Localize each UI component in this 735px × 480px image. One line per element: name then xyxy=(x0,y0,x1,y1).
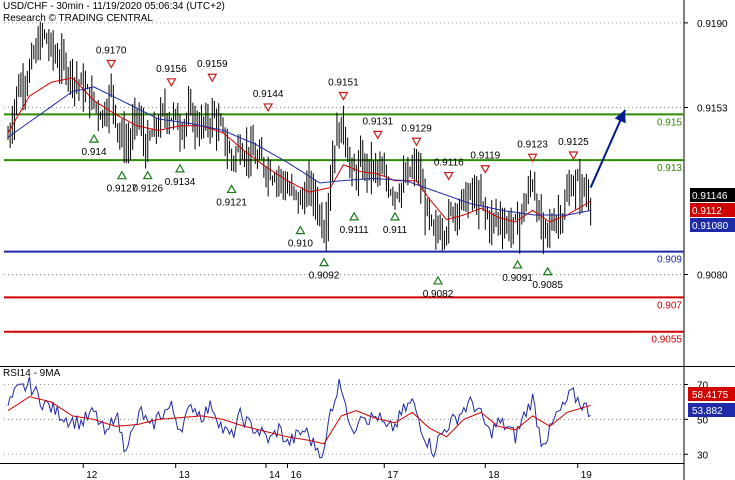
current-price-value: 0.9112 xyxy=(692,206,722,217)
swing-low-marker xyxy=(226,184,237,194)
swing-low-label: 0.9134 xyxy=(165,177,196,188)
swing-low-marker xyxy=(349,211,360,221)
level-label: 0.915 xyxy=(657,117,682,128)
swing-low-marker xyxy=(319,257,330,267)
time-tick-label: 12 xyxy=(86,470,98,480)
swing-low-marker xyxy=(88,133,100,143)
swing-high-label: 0.9123 xyxy=(517,139,548,150)
swing-low-marker xyxy=(542,266,553,276)
projection-arrow xyxy=(589,109,626,188)
swing-high-label: 0.9159 xyxy=(197,59,228,70)
rsi-value: 58.4175 xyxy=(692,390,729,401)
rsi-plot: 70503058.417553.882 xyxy=(4,376,735,461)
current-price-value: 0.91080 xyxy=(692,221,729,232)
swing-high-label: 0.9119 xyxy=(470,151,500,162)
swing-high-label: 0.9170 xyxy=(96,45,127,56)
chart-header-title: USD/CHF - 30min - 11/19/2020 05:06:34 (U… xyxy=(3,1,225,12)
rsi-tick-label: 30 xyxy=(697,450,709,461)
rsi-value: 53.882 xyxy=(692,406,723,417)
time-tick-label: 16 xyxy=(291,470,303,480)
time-tick-label: 19 xyxy=(581,470,593,480)
swing-high-marker xyxy=(411,137,422,147)
swing-low-marker xyxy=(116,170,127,180)
swing-high-marker xyxy=(106,59,117,69)
swing-high-marker xyxy=(480,165,491,174)
swing-low-marker xyxy=(512,259,523,269)
swing-low-label: 0.9092 xyxy=(309,271,340,282)
swing-high-label: 0.9156 xyxy=(156,64,187,75)
swing-high-marker xyxy=(372,130,383,140)
swing-high-label: 0.9116 xyxy=(434,158,464,169)
price-tick-label: 0.9080 xyxy=(697,271,728,282)
swing-low-label: 0.9085 xyxy=(532,280,563,291)
rsi-line xyxy=(7,376,591,459)
swing-low-marker xyxy=(295,225,306,235)
swing-high-marker xyxy=(338,91,349,101)
swing-high-marker xyxy=(166,78,177,87)
chart-root: 0.915 0.913 0.909 0.907 0.9055 0.9170 0.9156 0… xyxy=(0,0,735,480)
level-label: 0.907 xyxy=(657,300,682,311)
swing-low-marker xyxy=(389,211,401,221)
swing-high-marker xyxy=(207,73,218,83)
rsi-tick-label: 50 xyxy=(697,415,709,426)
current-price-value: 0.91146 xyxy=(692,191,728,202)
swing-low-label: 0.914 xyxy=(81,147,106,158)
swing-low-label: 0.9091 xyxy=(502,273,533,284)
swing-low-marker xyxy=(142,170,153,180)
chart-canvas: 0.9150.9130.9090.9070.9055 0.91700.9156 0… xyxy=(0,0,735,480)
swing-high-label: 0.9144 xyxy=(253,89,284,100)
time-tick-label: 14 xyxy=(269,470,281,480)
price-tick-label: 0.9153 xyxy=(697,104,728,115)
swing-low-label: 0.9126 xyxy=(132,184,163,195)
swing-high-marker xyxy=(568,151,579,161)
axes: 0.9190 0.9153 0.9080 0.91146 0.9112 0.91080 12… xyxy=(82,19,735,480)
swing-low-label: 0.910 xyxy=(288,239,313,250)
swing-high-label: 0.9131 xyxy=(363,116,394,127)
swing-low-label: 0.9082 xyxy=(423,289,454,300)
level-label: 0.909 xyxy=(657,255,682,266)
swing-low-label: 0.911 xyxy=(383,225,408,236)
time-tick-label: 17 xyxy=(387,470,399,480)
level-label: 0.913 xyxy=(657,163,682,174)
chart-header-source: Research © TRADING CENTRAL xyxy=(3,13,153,24)
swing-high-label: 0.9129 xyxy=(401,123,432,134)
swing-low-label: 0.9111 xyxy=(340,225,370,236)
price-tick-label: 0.9190 xyxy=(697,19,728,30)
time-tick-label: 18 xyxy=(488,470,500,480)
rsi-panel-title: RSI14 - 9MA xyxy=(3,368,61,379)
swing-high-label: 0.9151 xyxy=(328,78,359,89)
swing-high-marker xyxy=(443,171,454,181)
swing-low-label: 0.9121 xyxy=(216,197,247,208)
swing-low-marker xyxy=(174,163,186,173)
swing-high-label: 0.9125 xyxy=(558,137,589,148)
time-tick-label: 13 xyxy=(179,470,191,480)
level-label: 0.9055 xyxy=(651,335,682,346)
swing-low-marker xyxy=(432,275,444,285)
swing-annotations: 0.9170 0.9156 0.9159 0.9144 0.9151 0.9131 0.91… xyxy=(81,45,626,300)
chart-frame xyxy=(0,0,735,480)
